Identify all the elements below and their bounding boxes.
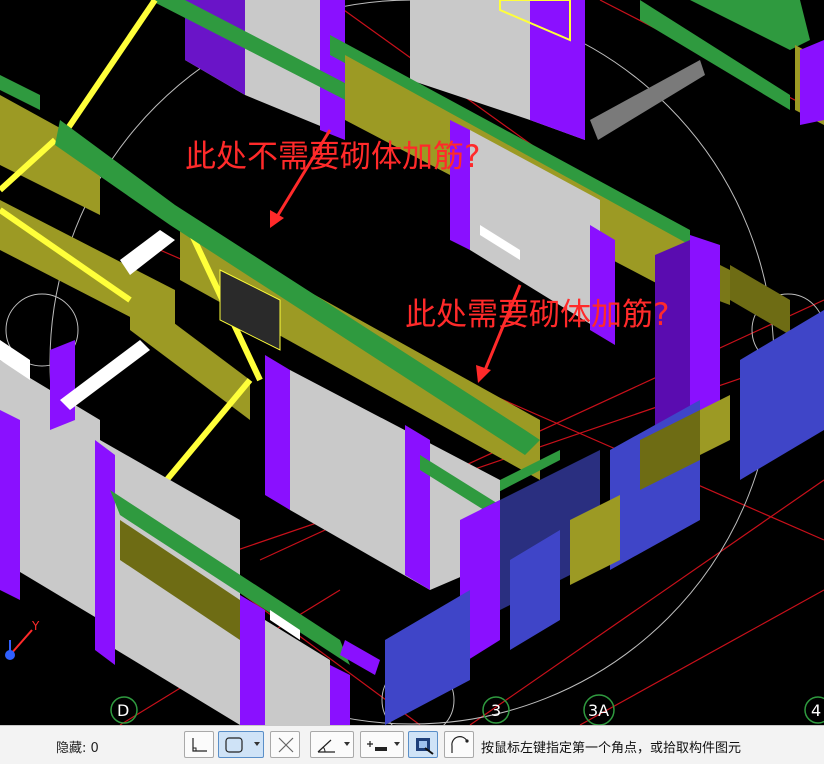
command-hint-text: 按鼠标左键指定第一个角点，或拾取构件图元 <box>481 741 742 756</box>
angle-tool-button[interactable] <box>310 731 354 758</box>
axis-bubble-3a: 3A <box>583 694 615 725</box>
offset-tool-button[interactable] <box>360 731 404 758</box>
arc-icon <box>451 736 469 753</box>
svg-text:3A: 3A <box>588 701 609 720</box>
hidden-count-label: 隐藏: 0 <box>56 741 99 756</box>
svg-text:Y: Y <box>31 619 40 633</box>
svg-text:D: D <box>117 701 129 720</box>
pick-element-icon <box>416 738 434 755</box>
svg-text:4: 4 <box>811 701 821 720</box>
rect-select-tool-button[interactable] <box>218 731 264 758</box>
chevron-down-icon <box>394 742 400 746</box>
orthogonal-tool-button[interactable] <box>184 731 214 758</box>
axis-bubble-d: D <box>110 696 138 724</box>
cross-select-tool-button[interactable] <box>270 731 300 758</box>
cross-icon <box>278 737 294 753</box>
arc-tool-button[interactable] <box>444 731 474 758</box>
pick-element-tool-button[interactable] <box>408 731 438 758</box>
annotation-needs-reinforcement: 此处需要砌体加筋? <box>405 297 669 333</box>
status-bar: 隐藏: 0 按鼠标左键指定第一个角点，或拾取构件图元 <box>0 725 824 764</box>
building-model-view[interactable]: 此处不需要砌体加筋? 此处需要砌体加筋? D 3 3A 4 Y <box>0 0 824 725</box>
angle-icon <box>317 739 335 753</box>
rect-select-icon <box>225 737 243 753</box>
chevron-down-icon <box>254 742 260 746</box>
orthogonal-icon <box>192 738 207 752</box>
svg-text:3: 3 <box>491 701 501 720</box>
3d-model-viewport[interactable]: 此处不需要砌体加筋? 此处需要砌体加筋? D 3 3A 4 Y <box>0 0 824 725</box>
chevron-down-icon <box>344 742 350 746</box>
offset-icon <box>367 741 387 751</box>
axis-bubble-3: 3 <box>482 696 510 724</box>
annotation-no-reinforcement: 此处不需要砌体加筋? <box>185 139 480 175</box>
coordinate-gizmo: Y <box>5 619 40 660</box>
axis-bubble-4: 4 <box>804 696 824 724</box>
